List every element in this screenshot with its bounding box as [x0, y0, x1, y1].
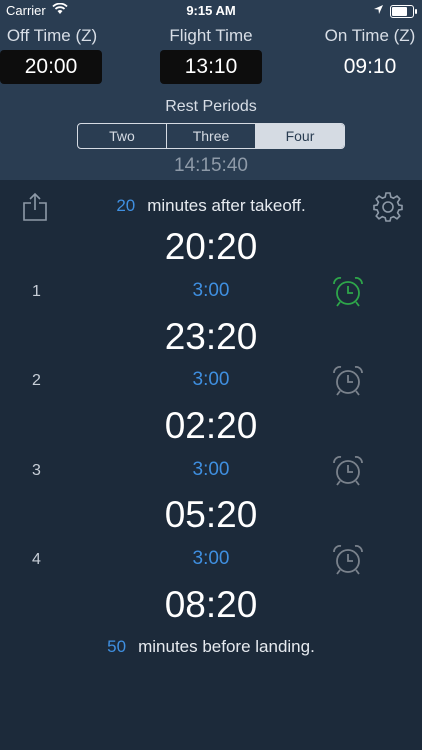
rest-periods-label: Rest Periods [165, 98, 257, 115]
rest-start-time: 02:20 [164, 405, 258, 446]
on-time-group: On Time (Z) 09:10 [322, 26, 418, 84]
segment-four[interactable]: Four [256, 124, 344, 148]
after-takeoff-minutes[interactable]: 20 [116, 196, 135, 215]
segment-two[interactable]: Two [78, 124, 167, 148]
flight-time-label: Flight Time [169, 26, 253, 45]
after-takeoff-text: minutes after takeoff. [147, 196, 306, 215]
alarm-clock-icon[interactable] [332, 276, 364, 308]
rest-start-time: 20:20 [164, 226, 258, 267]
off-time-field[interactable]: 20:00 [0, 50, 102, 84]
off-time-label: Off Time (Z) [6, 26, 98, 45]
rest-start-time: 05:20 [164, 494, 258, 535]
alarm-clock-icon[interactable] [332, 544, 364, 576]
rest-periods-selector[interactable]: Two Three Four [77, 123, 345, 149]
flight-time-group: Flight Time 13:10 [160, 26, 262, 84]
battery-icon [390, 5, 417, 18]
off-time-group: Off Time (Z) 20:00 [0, 26, 104, 84]
on-time-label: On Time (Z) [324, 26, 416, 45]
status-bar: Carrier 9:15 AM [0, 0, 422, 22]
gear-icon[interactable] [372, 191, 404, 223]
segment-three[interactable]: Three [167, 124, 256, 148]
before-landing-minutes[interactable]: 50 [107, 637, 126, 656]
after-takeoff-row: 20 minutes after takeoff. [0, 196, 422, 216]
before-landing-row: 50 minutes before landing. [0, 637, 422, 657]
before-landing-text: minutes before landing. [138, 637, 315, 656]
on-time-value: 09:10 [343, 55, 397, 78]
flight-time-field[interactable]: 13:10 [160, 50, 262, 84]
location-icon [374, 5, 383, 14]
rest-end-time: 08:20 [164, 584, 258, 625]
alarm-clock-icon[interactable] [332, 455, 364, 487]
alarm-clock-icon[interactable] [332, 365, 364, 397]
elapsed-time: 14:15:40 [174, 155, 248, 176]
status-time: 9:15 AM [186, 3, 236, 18]
flight-times-panel: Off Time (Z) 20:00 Flight Time 13:10 On … [0, 22, 422, 180]
rest-start-time: 23:20 [164, 316, 258, 357]
